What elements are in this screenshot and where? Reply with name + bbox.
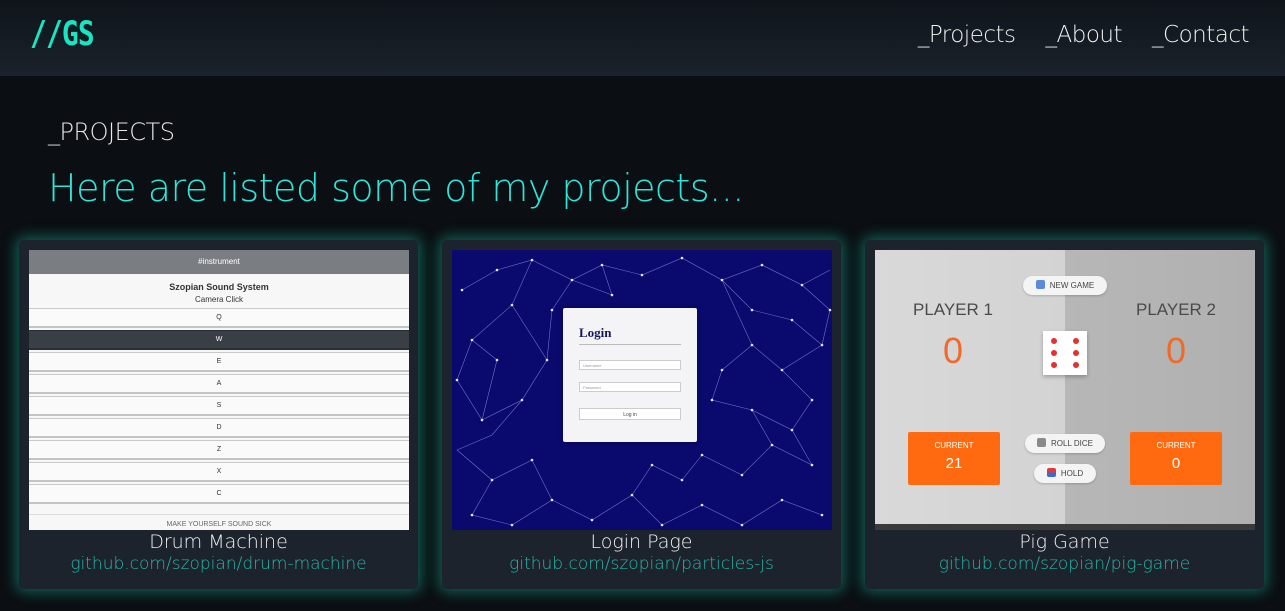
pig-new-game-button: NEW GAME (1023, 276, 1107, 295)
login-preview-form: Login Username Password Log in (563, 308, 697, 442)
pig-player2-current: CURRENT 0 (1130, 432, 1222, 485)
login-preview-title: Login (579, 325, 612, 340)
pig-player1-score: 0 (942, 330, 964, 371)
pig-player2-score: 0 (1165, 330, 1187, 371)
drum-key: D (29, 418, 409, 438)
nav-link-contact[interactable]: _Contact (1152, 22, 1249, 48)
project-github-link[interactable]: github.com/szopian/drum-machine (19, 554, 418, 574)
project-github-link[interactable]: github.com/szopian/pig-game (865, 554, 1264, 574)
section-label: _PROJECTS (48, 118, 175, 146)
drum-key: Q (29, 308, 409, 328)
project-card-drum-machine: #instrument Szopian Sound System Camera … (19, 240, 418, 589)
drum-preview-footer: MAKE YOURSELF SOUND SICK (29, 514, 409, 528)
nav-link-projects[interactable]: _Projects (918, 22, 1016, 48)
drum-preview-header: #instrument (29, 250, 409, 274)
dice-icon (1043, 331, 1087, 375)
project-card-pig-game: NEW GAME PLAYER 1 PLAYER 2 0 0 CURRENT 2… (865, 240, 1264, 589)
drum-key: Z (29, 440, 409, 460)
pig-current-label: CURRENT (934, 441, 974, 450)
nav-link-about[interactable]: _About (1046, 22, 1123, 48)
pig-player1-current: CURRENT 21 (908, 432, 1000, 485)
login-preview-username: Username (579, 360, 681, 370)
pig-hold-button: HOLD (1034, 464, 1096, 483)
section-title: Here are listed some of my projects... (48, 166, 744, 210)
pig-player2-name: PLAYER 2 (1135, 300, 1216, 319)
project-cards: #instrument Szopian Sound System Camera … (19, 240, 1264, 589)
drum-key: E (29, 352, 409, 372)
pig-current-value: 21 (945, 455, 963, 472)
pig-current-value: 0 (1171, 455, 1181, 472)
main-nav: _Projects _About _Contact (918, 22, 1250, 48)
new-game-icon (1035, 280, 1045, 289)
navbar: //GS _Projects _About _Contact (0, 0, 1285, 76)
pig-current-label: CURRENT (1156, 441, 1196, 450)
drum-preview-subtitle: Camera Click (194, 295, 243, 304)
project-name: Drum Machine (149, 531, 288, 553)
login-preview-divider (579, 344, 681, 345)
project-github-link[interactable]: github.com/szopian/particles-js (442, 554, 841, 574)
login-preview-button: Log in (579, 408, 681, 420)
project-thumbnail-drum-machine[interactable]: #instrument Szopian Sound System Camera … (29, 250, 409, 530)
project-name: Pig Game (1019, 531, 1110, 553)
project-thumbnail-login-page[interactable]: Login Username Password Log in (452, 250, 832, 530)
pig-roll-label: ROLL DICE (1051, 439, 1093, 448)
drum-key-active: W (29, 330, 409, 350)
drum-key: X (29, 462, 409, 482)
site-logo[interactable]: //GS (30, 14, 95, 54)
pig-player1-name: PLAYER 1 (912, 300, 993, 319)
pig-new-game-label: NEW GAME (1049, 281, 1095, 290)
drum-preview-title: Szopian Sound System (169, 282, 269, 292)
project-thumbnail-pig-game[interactable]: NEW GAME PLAYER 1 PLAYER 2 0 0 CURRENT 2… (875, 250, 1255, 530)
pig-bottom-bar (875, 524, 1255, 530)
project-name: Login Page (590, 531, 693, 553)
project-card-login-page: Login Username Password Log in Login Pag… (442, 240, 841, 589)
login-preview-password: Password (579, 382, 681, 392)
drum-key: A (29, 374, 409, 394)
drum-key: C (29, 484, 409, 504)
roll-dice-icon (1037, 438, 1047, 447)
hold-icon (1046, 468, 1056, 477)
pig-hold-label: HOLD (1060, 469, 1084, 478)
pig-roll-dice-button: ROLL DICE (1025, 434, 1105, 453)
drum-key: S (29, 396, 409, 416)
